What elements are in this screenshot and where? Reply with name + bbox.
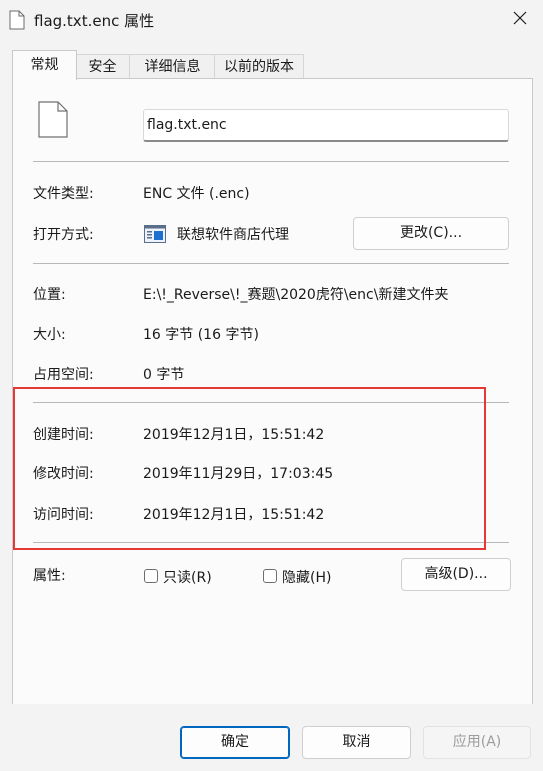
readonly-label[interactable]: 只读(R) bbox=[163, 567, 212, 587]
close-icon bbox=[513, 11, 527, 29]
hidden-checkbox[interactable] bbox=[263, 569, 277, 583]
tab-security[interactable]: 安全 bbox=[74, 54, 131, 79]
dialog-footer: 确定 取消 应用(A) bbox=[0, 704, 543, 771]
size-value: 16 字节 (16 字节) bbox=[143, 327, 259, 343]
ok-button[interactable]: 确定 bbox=[180, 726, 290, 759]
readonly-checkbox[interactable] bbox=[144, 569, 158, 583]
app-window-icon bbox=[144, 225, 166, 243]
divider bbox=[33, 263, 509, 264]
opens-with-label: 打开方式: bbox=[33, 227, 94, 243]
attributes-label: 属性: bbox=[33, 568, 66, 584]
disk-size-value: 0 字节 bbox=[143, 367, 185, 383]
location-value: E:\!_Reverse\!_赛题\2020虎符\enc\新建文件夹 bbox=[143, 287, 449, 303]
file-name-input[interactable] bbox=[143, 109, 509, 142]
file-type-label: 文件类型: bbox=[33, 186, 94, 202]
disk-size-label: 占用空间: bbox=[33, 367, 94, 383]
tab-details[interactable]: 详细信息 bbox=[129, 54, 216, 79]
cancel-button[interactable]: 取消 bbox=[302, 726, 411, 759]
timestamps-highlight-box bbox=[13, 387, 486, 550]
title-bar: flag.txt.enc 属性 bbox=[0, 0, 543, 40]
tab-general[interactable]: 常规 bbox=[12, 50, 77, 80]
close-button[interactable] bbox=[497, 0, 543, 40]
document-icon bbox=[9, 10, 25, 30]
advanced-button[interactable]: 高级(D)... bbox=[401, 558, 511, 591]
change-button[interactable]: 更改(C)... bbox=[353, 217, 509, 250]
file-type-value: ENC 文件 (.enc) bbox=[143, 186, 250, 202]
opens-with-value: 联想软件商店代理 bbox=[177, 227, 289, 243]
tab-previous-versions[interactable]: 以前的版本 bbox=[214, 54, 304, 79]
location-label: 位置: bbox=[33, 287, 66, 303]
divider bbox=[33, 161, 509, 162]
apply-button[interactable]: 应用(A) bbox=[423, 726, 531, 759]
hidden-label[interactable]: 隐藏(H) bbox=[282, 567, 331, 587]
size-label: 大小: bbox=[33, 327, 66, 343]
window-title: flag.txt.enc 属性 bbox=[34, 12, 155, 30]
file-icon bbox=[38, 101, 68, 138]
